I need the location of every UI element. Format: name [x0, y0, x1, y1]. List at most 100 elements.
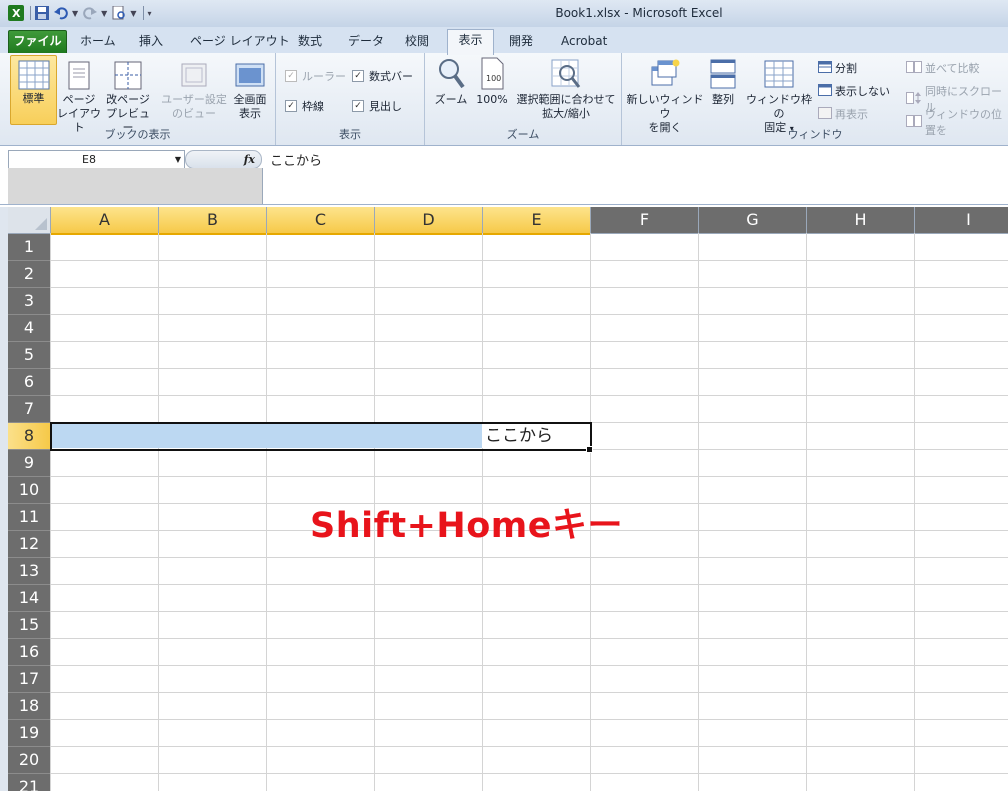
row-header-14[interactable]: 14	[8, 585, 50, 612]
row-header-4[interactable]: 4	[8, 315, 50, 342]
row-header-6[interactable]: 6	[8, 369, 50, 396]
window-title: Book1.xlsx - Microsoft Excel	[555, 6, 723, 20]
formula-input[interactable]: ここから	[270, 150, 322, 169]
name-box[interactable]: E8 ▼	[8, 150, 185, 169]
tab-file[interactable]: ファイル	[8, 30, 67, 54]
column-header-g[interactable]: G	[699, 207, 807, 234]
fill-handle[interactable]	[586, 446, 593, 453]
group-label-window: ウィンドウ	[787, 128, 843, 141]
tab-review[interactable]: 校閲	[405, 31, 429, 51]
worksheet-grid[interactable]: ABCDEFGHI 1 2 3 4 5 6 7 8 9 10 11 12 13 14 15 16 17 18 19 2…	[0, 207, 1008, 791]
row-header-20[interactable]: 20	[8, 747, 50, 774]
new-window-icon	[648, 57, 682, 91]
unhide-window-icon	[818, 106, 832, 122]
group-label-book-view: ブックの表示	[104, 128, 171, 141]
page-break-preview-button[interactable]: 改ページ プレビュー	[104, 57, 152, 135]
normal-view-button[interactable]: 標準	[10, 55, 57, 125]
window-left-edge	[0, 207, 8, 791]
unhide-window-button[interactable]: 再表示	[818, 106, 868, 122]
row-header-8[interactable]: 8	[8, 423, 50, 450]
formula-bar-area: E8 ▼ fx ここから	[0, 146, 1008, 205]
ribbon: 標準 ページ レイアウト 改ページ プレビュー ユーザー設定 のビュー 全画面 …	[0, 53, 1008, 146]
normal-view-icon	[18, 60, 50, 90]
tab-acrobat[interactable]: Acrobat	[561, 31, 607, 51]
page-break-icon	[113, 61, 143, 91]
magnifier-icon	[436, 57, 466, 91]
row-header-15[interactable]: 15	[8, 612, 50, 639]
row-header-7[interactable]: 7	[8, 396, 50, 423]
column-header-a[interactable]: A	[51, 207, 159, 235]
row-header-12[interactable]: 12	[8, 531, 50, 558]
sync-scroll-icon	[906, 91, 922, 107]
full-screen-button[interactable]: 全画面 表示	[228, 57, 272, 121]
page-layout-icon	[64, 61, 94, 91]
custom-views-icon	[179, 61, 209, 91]
formula-bar-checkbox[interactable]: ✓ 数式バー	[352, 68, 413, 84]
side-by-side-icon	[906, 60, 922, 76]
tab-page-layout[interactable]: ページ レイアウト	[190, 31, 290, 51]
zoom-100-icon: 100	[477, 57, 507, 91]
row-header-5[interactable]: 5	[8, 342, 50, 369]
column-header-e[interactable]: E	[483, 207, 591, 235]
column-header-d[interactable]: D	[375, 207, 483, 235]
row-header-19[interactable]: 19	[8, 720, 50, 747]
page-layout-view-button[interactable]: ページ レイアウト	[56, 57, 102, 135]
zoom-selection-icon	[549, 57, 583, 91]
annotation-label: Shift+Homeキー	[310, 506, 623, 546]
name-box-expansion	[8, 168, 263, 204]
row-header-9[interactable]: 9	[8, 450, 50, 477]
tab-developer[interactable]: 開発	[509, 31, 533, 51]
ribbon-tabs: ファイル ホーム 挿入 ページ レイアウト 数式 データ 校閲 表示 開発 Ac…	[0, 27, 1008, 55]
full-screen-icon	[235, 61, 265, 91]
name-box-dropdown-icon[interactable]: ▼	[175, 151, 181, 168]
title-bar: X ▼ ▼ ▼ ▾ Book1.xlsx - Microsoft Excel	[0, 0, 1008, 28]
new-window-button[interactable]: 新しいウィンドウ を開く	[626, 57, 704, 135]
gridlines-checkbox[interactable]: ✓ 枠線	[285, 98, 324, 114]
split-button[interactable]: 分割	[818, 60, 857, 76]
row-header-11[interactable]: 11	[8, 504, 50, 531]
select-all-corner[interactable]	[8, 207, 51, 234]
group-label-show: 表示	[339, 128, 361, 141]
selection-border	[50, 422, 592, 451]
zoom-to-selection-button[interactable]: 選択範囲に合わせて 拡大/縮小	[513, 57, 619, 121]
column-header-f[interactable]: F	[591, 207, 699, 234]
formula-buttons: fx	[185, 150, 262, 169]
column-header-b[interactable]: B	[159, 207, 267, 235]
zoom-button[interactable]: ズーム	[429, 57, 473, 107]
column-header-i[interactable]: I	[915, 207, 1008, 234]
insert-function-icon[interactable]: fx	[244, 151, 255, 168]
row-header-17[interactable]: 17	[8, 666, 50, 693]
custom-views-button[interactable]: ユーザー設定 のビュー	[160, 57, 228, 121]
group-label-zoom: ズーム	[506, 128, 540, 141]
row-header-10[interactable]: 10	[8, 477, 50, 504]
tab-formulas[interactable]: 数式	[298, 31, 322, 51]
row-header-16[interactable]: 16	[8, 639, 50, 666]
ruler-checkbox[interactable]: ✓ ルーラー	[285, 68, 346, 84]
group-zoom: ズーム 100 100% 選択範囲に合わせて 拡大/縮小 ズーム	[425, 53, 622, 145]
row-header-1[interactable]: 1	[8, 234, 50, 261]
tab-view[interactable]: 表示	[447, 29, 494, 55]
arrange-all-button[interactable]: 整列	[706, 57, 740, 107]
row-header-21[interactable]: 21	[8, 774, 50, 791]
freeze-panes-button[interactable]: ウィンドウ枠の 固定 ▾	[742, 57, 816, 136]
arrange-icon	[709, 57, 737, 91]
row-header-13[interactable]: 13	[8, 558, 50, 585]
svg-text:100: 100	[486, 74, 501, 83]
hide-window-icon	[818, 83, 832, 99]
split-icon	[818, 60, 832, 76]
row-header-3[interactable]: 3	[8, 288, 50, 315]
tab-home[interactable]: ホーム	[80, 31, 116, 51]
group-book-view: 標準 ページ レイアウト 改ページ プレビュー ユーザー設定 のビュー 全画面 …	[0, 53, 276, 145]
freeze-panes-icon	[763, 57, 795, 91]
zoom-100-button[interactable]: 100 100%	[473, 57, 511, 107]
headings-checkbox[interactable]: ✓ 見出し	[352, 98, 402, 114]
group-window: 新しいウィンドウ を開く 整列 ウィンドウ枠の 固定 ▾ 分割 表示しない 再表…	[622, 53, 1008, 145]
view-side-by-side-button[interactable]: 並べて比較	[906, 60, 980, 76]
hide-window-button[interactable]: 表示しない	[818, 83, 890, 99]
tab-data[interactable]: データ	[348, 31, 384, 51]
tab-insert[interactable]: 挿入	[139, 31, 163, 51]
row-header-18[interactable]: 18	[8, 693, 50, 720]
column-header-c[interactable]: C	[267, 207, 375, 235]
row-header-2[interactable]: 2	[8, 261, 50, 288]
column-header-h[interactable]: H	[807, 207, 915, 234]
